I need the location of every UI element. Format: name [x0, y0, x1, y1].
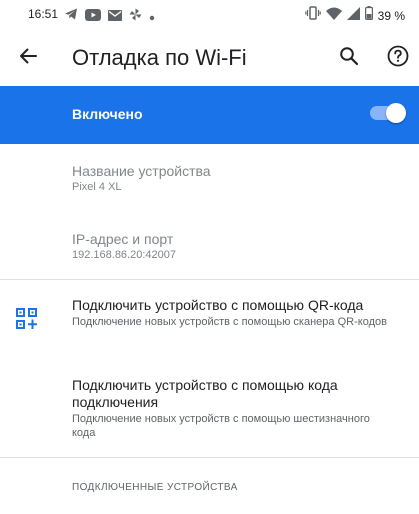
telegram-icon: [64, 7, 78, 26]
pinwheel-icon: [129, 8, 142, 26]
status-time: 16:51: [28, 7, 59, 21]
search-icon: [339, 46, 359, 71]
help-icon: [387, 45, 409, 72]
youtube-icon: [85, 8, 101, 26]
ip-port-title: IP-адрес и порт: [72, 231, 174, 247]
search-button[interactable]: [335, 44, 363, 72]
app-bar: Отладка по Wi-Fi: [0, 30, 419, 86]
page-title: Отладка по Wi-Fi: [72, 45, 247, 70]
status-bar: 16:51 39 %: [0, 0, 419, 30]
master-switch-toggle[interactable]: [370, 103, 406, 123]
paired-devices-header: ПОДКЛЮЧЕННЫЕ УСТРОЙСТВА: [72, 482, 238, 493]
back-button[interactable]: [14, 44, 42, 72]
pair-code-title: Подключить устройство с помощью кода под…: [72, 377, 338, 410]
ip-port-value: 192.168.86.20:42007: [72, 249, 176, 261]
device-name-value: Pixel 4 XL: [72, 181, 122, 193]
mail-icon: [108, 8, 122, 26]
device-name-title: Название устройства: [72, 163, 211, 179]
ip-port-pref[interactable]: IP-адрес и порт 192.168.86.20:42007: [0, 212, 419, 276]
signal-icon: [346, 6, 360, 25]
vibrate-icon: [304, 6, 321, 25]
dot-icon: [149, 8, 155, 26]
notification-icons: [64, 7, 155, 26]
battery-percent: 39 %: [377, 8, 405, 23]
battery-icon: [364, 6, 373, 25]
pair-code-summary: Подключение новых устройств с помощью ше…: [72, 413, 370, 439]
system-icons: 39 %: [304, 6, 405, 25]
master-switch-row[interactable]: Включено: [0, 86, 419, 144]
device-name-pref[interactable]: Название устройства Pixel 4 XL: [0, 144, 419, 208]
divider: [0, 457, 419, 458]
master-switch-label: Включено: [72, 106, 143, 122]
toggle-thumb: [386, 103, 406, 123]
pair-qr-title: Подключить устройство с помощью QR-кода: [72, 297, 364, 313]
back-arrow-icon: [18, 46, 38, 71]
pair-qr-summary: Подключение новых устройств с помощью ск…: [72, 316, 387, 328]
wifi-icon: [325, 7, 342, 25]
help-button[interactable]: [384, 44, 412, 72]
qr-code-add-icon: [16, 308, 38, 330]
